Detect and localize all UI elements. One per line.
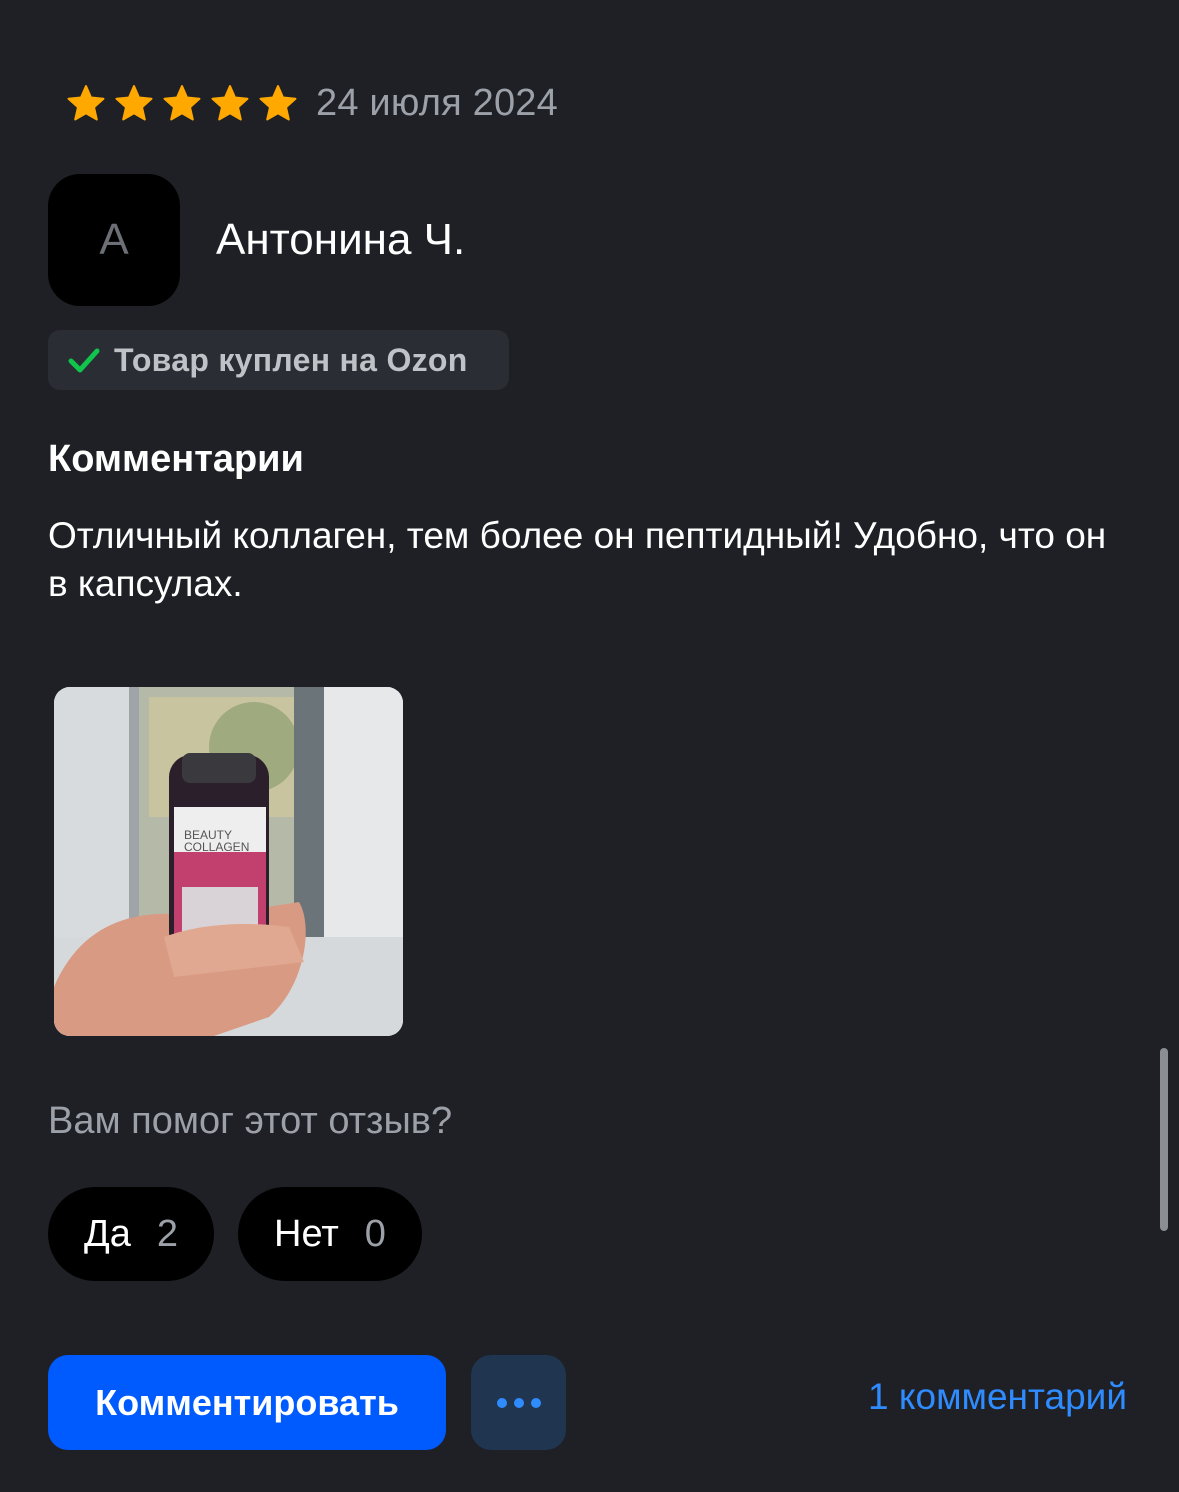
vote-row: Да 2 Нет 0 [48,1187,446,1281]
review-card: 24 июля 2024 А Антонина Ч. Товар куплен … [0,0,1179,1492]
check-icon [66,342,102,378]
scrollbar[interactable] [1160,1048,1168,1231]
vote-yes-count: 2 [156,1212,179,1255]
author-row: А Антонина Ч. [48,174,465,306]
review-date: 24 июля 2024 [316,81,558,124]
verified-text: Товар куплен на Ozon [114,341,468,378]
star-rating [66,83,306,123]
ellipsis-icon [494,1395,544,1411]
star-icon [210,83,250,123]
star-icon [258,83,298,123]
section-title: Комментарии [48,438,304,480]
vote-yes-button[interactable]: Да 2 [48,1187,215,1281]
verified-purchase-badge: Товар куплен на Ozon [48,330,509,390]
more-options-button[interactable] [471,1355,566,1450]
avatar[interactable]: А [48,174,180,306]
star-icon [114,83,154,123]
helpful-question: Вам помог этот отзыв? [48,1100,453,1142]
rating-row: 24 июля 2024 [66,78,558,128]
star-icon [66,83,106,123]
comment-button[interactable]: Комментировать [48,1355,446,1450]
review-photo[interactable]: BEAUTY COLLAGEN [54,687,403,1036]
review-text: Отличный коллаген, тем более он пептидны… [48,515,1107,604]
vote-no-button[interactable]: Нет 0 [238,1187,422,1281]
photo-label-line2: COLLAGEN [184,840,249,854]
comments-count-link[interactable]: 1 комментарий [868,1376,1127,1418]
vote-no-label: Нет [274,1212,339,1255]
star-icon [162,83,202,123]
vote-no-count: 0 [364,1212,386,1255]
vote-yes-label: Да [84,1212,131,1255]
author-name[interactable]: Антонина Ч. [216,215,465,265]
